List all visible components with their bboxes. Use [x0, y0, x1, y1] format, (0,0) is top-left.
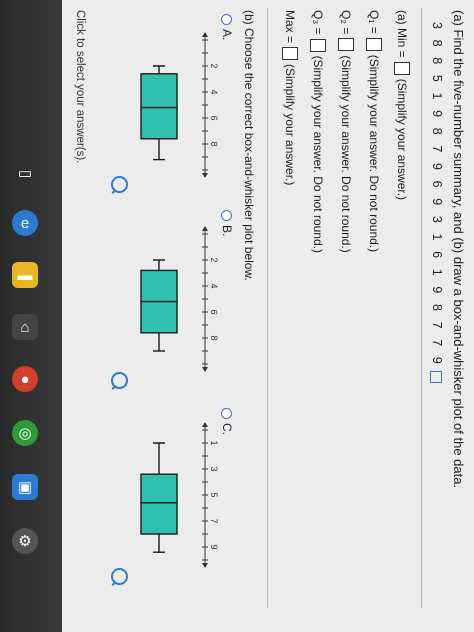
divider-b — [267, 8, 268, 608]
option-a-plot[interactable]: 2 4 6 8 — [104, 30, 219, 180]
app-icon-2[interactable]: ▣ — [12, 474, 38, 500]
windows-taskbar: ▭ e ▬ ⌂ ● ◎ ▣ ⚙ — [0, 0, 62, 632]
q1-answer-box[interactable] — [366, 37, 382, 51]
file-explorer-icon[interactable]: ▬ — [12, 262, 38, 288]
chrome-icon[interactable]: ◎ — [12, 420, 38, 446]
option-c[interactable]: C. — [220, 408, 234, 435]
axis-arrow-right — [202, 173, 208, 178]
axis-arrow-left — [202, 422, 208, 427]
store-icon[interactable]: ⌂ — [12, 314, 38, 340]
option-b-plot[interactable]: 2 4 6 8 — [104, 224, 219, 374]
task-view-icon[interactable]: ▭ — [12, 160, 38, 186]
option-b-zoom-icon[interactable] — [111, 372, 128, 389]
footer-instruction: Click to select your answer(s). — [74, 10, 86, 164]
option-c-plot[interactable]: 1 3 5 7 9 — [104, 420, 219, 570]
tick-label: 9 — [209, 544, 219, 549]
tick-label: 5 — [209, 492, 219, 497]
option-a-zoom-icon[interactable] — [111, 176, 128, 193]
min-row: (a) Min = (Simplify your answer.) — [394, 10, 410, 201]
option-b-radio[interactable] — [221, 210, 233, 221]
max-row: Max = (Simplify your answer.) — [282, 10, 298, 186]
q2-row: Q₂ = (Simplify your answer. Do not round… — [338, 10, 354, 253]
tick-label: 3 — [209, 466, 219, 471]
q1-row: Q₁ = (Simplify your answer. Do not round… — [366, 10, 382, 253]
tick-label: 7 — [209, 518, 219, 523]
photo-scene: ▭ e ▬ ⌂ ● ◎ ▣ ⚙ (a) Find the five-number… — [0, 0, 474, 632]
min-answer-box[interactable] — [394, 61, 410, 75]
axis-arrow-left — [202, 32, 208, 37]
screen: (a) Find the five-number summary, and (b… — [62, 0, 474, 632]
tick-label: 1 — [209, 440, 219, 445]
option-b[interactable]: B. — [220, 210, 234, 236]
tick-label: 6 — [209, 115, 219, 120]
question-data: 3 8 8 5 1 9 8 7 9 6 9 3 1 6 1 9 8 7 7 9 — [430, 22, 444, 384]
edge-browser-icon[interactable]: e — [12, 210, 38, 236]
part-b-prompt: (b) Choose the correct box-and-whisker p… — [242, 10, 256, 281]
tick-label: 2 — [209, 63, 219, 68]
option-a[interactable]: A. — [220, 14, 234, 40]
tick-label: 8 — [209, 335, 219, 340]
tick-label: 8 — [209, 141, 219, 146]
axis-arrow-right — [202, 563, 208, 568]
question-page: (a) Find the five-number summary, and (b… — [62, 0, 474, 632]
question-title: (a) Find the five-number summary, and (b… — [451, 10, 466, 489]
q3-answer-box[interactable] — [310, 38, 326, 52]
divider — [421, 8, 422, 608]
tick-label: 4 — [209, 89, 219, 94]
q2-answer-box[interactable] — [338, 38, 354, 52]
settings-icon[interactable]: ⚙ — [12, 528, 38, 554]
box — [140, 73, 178, 140]
option-c-radio[interactable] — [221, 408, 233, 419]
q3-row: Q₃ = (Simplify your answer. Do not round… — [310, 10, 326, 253]
axis-arrow-right — [202, 367, 208, 372]
tick-label: 2 — [209, 257, 219, 262]
option-c-zoom-icon[interactable] — [111, 568, 128, 585]
option-a-radio[interactable] — [221, 14, 233, 25]
copy-data-icon[interactable] — [430, 371, 443, 384]
box — [140, 473, 178, 535]
tick-label: 4 — [209, 283, 219, 288]
axis-arrow-left — [202, 226, 208, 231]
app-icon[interactable]: ● — [12, 366, 38, 392]
tick-label: 6 — [209, 309, 219, 314]
max-answer-box[interactable] — [282, 47, 298, 61]
